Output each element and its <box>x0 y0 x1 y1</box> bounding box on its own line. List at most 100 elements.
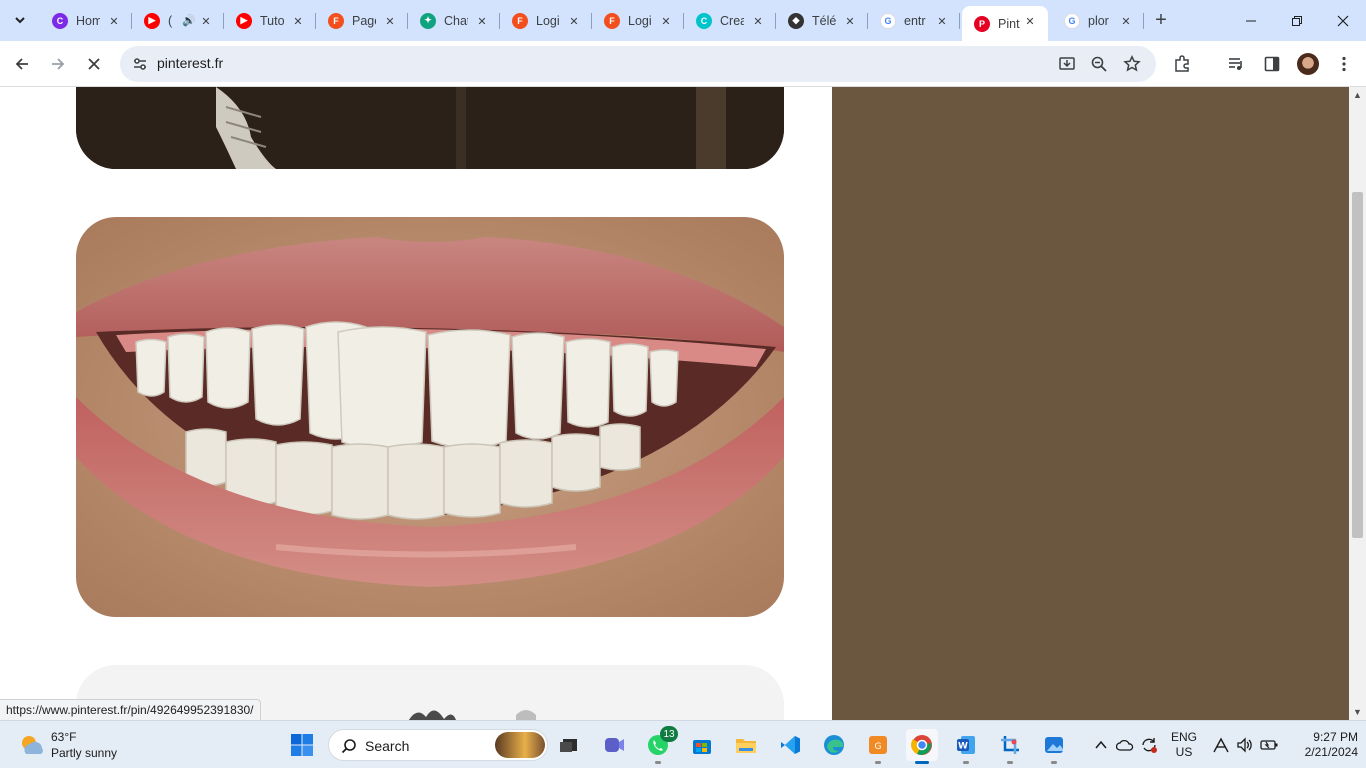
tab-canva[interactable]: C Home ✕ <box>40 6 132 35</box>
close-tab-icon[interactable]: ✕ <box>382 13 398 29</box>
media-controls-button[interactable] <box>1222 50 1250 78</box>
shoe-photo <box>76 87 784 169</box>
teams-chat-app[interactable] <box>598 729 630 761</box>
weather-widget[interactable]: 63°F Partly sunny <box>18 729 117 761</box>
close-tab-icon[interactable]: ✕ <box>198 13 214 29</box>
pin-image-smile[interactable] <box>76 217 784 617</box>
side-panel-button[interactable] <box>1258 50 1286 78</box>
scrollbar-thumb[interactable] <box>1352 192 1363 538</box>
forward-button[interactable] <box>44 50 72 78</box>
search-icon <box>341 739 356 754</box>
tab-strip: CHome✕▶(🔊✕▶Tuto✕FPage✕✦Chat✕FLogi✕FLogi✕… <box>0 0 1366 41</box>
restore-icon <box>1292 15 1302 26</box>
pin-image-shoe[interactable] <box>76 87 784 169</box>
sync-tray[interactable] <box>1138 729 1160 761</box>
tab-chatgpt[interactable]: ✦ Chat ✕ <box>408 6 500 35</box>
bookmark-button[interactable] <box>1120 52 1144 76</box>
show-hidden-icons-button[interactable] <box>1090 729 1112 761</box>
google-icon: G <box>880 12 896 29</box>
tab-canva[interactable]: C Crea ✕ <box>684 6 776 35</box>
pdf-app[interactable]: G <box>862 729 894 764</box>
close-tab-icon[interactable]: ✕ <box>750 13 766 29</box>
tab-figma[interactable]: F Page ✕ <box>316 6 408 35</box>
running-indicator <box>1007 761 1013 764</box>
status-bar-link: https://www.pinterest.fr/pin/49264995239… <box>0 699 261 720</box>
tab-figma[interactable]: F Logi ✕ <box>592 6 684 35</box>
tab-figma[interactable]: F Logi ✕ <box>500 6 592 35</box>
scroll-up-icon[interactable]: ▲ <box>1353 90 1362 100</box>
search-highlight-icon <box>495 732 545 758</box>
figma-icon: F <box>604 12 620 29</box>
profile-button[interactable] <box>1294 50 1322 78</box>
word-app[interactable]: W <box>950 729 982 764</box>
tab-pinterest[interactable]: P Pint ✕ <box>962 6 1048 41</box>
new-tab-button[interactable]: + <box>1150 9 1172 31</box>
canva-icon: C <box>696 12 712 29</box>
close-tab-icon[interactable]: ✕ <box>658 13 674 29</box>
running-indicator <box>875 761 881 764</box>
address-bar[interactable]: pinterest.fr <box>120 46 1156 82</box>
browser-menu-button[interactable] <box>1330 50 1358 78</box>
active-indicator <box>915 761 929 764</box>
battery-tray[interactable] <box>1258 729 1280 761</box>
task-view-button[interactable] <box>553 729 585 761</box>
close-tab-icon[interactable]: ✕ <box>1118 13 1134 29</box>
snipping-tool-icon <box>1001 736 1019 754</box>
chrome-app[interactable] <box>906 729 938 764</box>
clock[interactable]: 9:27 PM 2/21/2024 <box>1288 730 1358 760</box>
network-tray[interactable] <box>1210 729 1232 761</box>
tab-separator <box>959 13 960 29</box>
close-tab-icon[interactable]: ✕ <box>566 13 582 29</box>
scroll-down-icon[interactable]: ▼ <box>1353 707 1362 717</box>
tab-google[interactable]: Gentr ✕ <box>868 6 960 35</box>
photos-app[interactable] <box>1038 729 1070 764</box>
tab-youtube[interactable]: ▶ (🔊 ✕ <box>132 6 224 35</box>
tab-youtube[interactable]: ▶ Tuto ✕ <box>224 6 316 35</box>
vscode-app[interactable] <box>774 729 806 761</box>
partly-sunny-icon <box>22 736 43 754</box>
file-explorer-app[interactable] <box>730 729 762 761</box>
clock-time: 9:27 PM <box>1313 730 1358 744</box>
volume-tray[interactable] <box>1234 729 1256 761</box>
close-tab-icon[interactable]: ✕ <box>934 13 950 29</box>
tab-title: Chat <box>444 13 468 28</box>
tab-title: Tuto <box>260 13 284 28</box>
install-app-button[interactable] <box>1055 52 1079 76</box>
minimize-button[interactable] <box>1228 0 1274 41</box>
restore-button[interactable] <box>1274 0 1320 41</box>
audio-playing-icon[interactable]: 🔊 <box>182 14 196 27</box>
close-tab-icon[interactable]: ✕ <box>842 13 858 29</box>
tab-separator <box>1143 13 1144 29</box>
zoom-out-icon <box>1091 56 1107 72</box>
page-scrollbar[interactable]: ▲ ▼ <box>1349 87 1366 720</box>
whatsapp-app[interactable]: 13 <box>642 726 678 764</box>
close-window-button[interactable] <box>1320 0 1366 41</box>
site-info-button[interactable] <box>128 52 152 76</box>
edge-app[interactable] <box>818 729 850 761</box>
tab-title: Pint <box>998 16 1020 31</box>
canva-icon: C <box>52 12 68 29</box>
tab-graduation-cap[interactable]: ◆ Télé ✕ <box>776 6 868 35</box>
taskbar-search[interactable]: Search <box>328 729 548 761</box>
close-tab-icon[interactable]: ✕ <box>290 13 306 29</box>
smile-photo <box>76 217 784 617</box>
stop-loading-button[interactable] <box>80 50 108 78</box>
close-tab-icon[interactable]: ✕ <box>474 13 490 29</box>
svg-text:W: W <box>958 742 968 752</box>
start-button[interactable] <box>286 729 318 761</box>
back-button[interactable] <box>8 50 36 78</box>
extensions-button[interactable] <box>1168 50 1196 78</box>
tab-google[interactable]: Gplor ✕ <box>1052 6 1144 35</box>
close-tab-icon[interactable]: ✕ <box>106 13 122 29</box>
onedrive-tray[interactable] <box>1114 729 1136 761</box>
close-tab-icon[interactable]: ✕ <box>1022 13 1038 29</box>
star-icon <box>1123 55 1141 72</box>
sync-icon <box>1142 738 1157 753</box>
tab-search-button[interactable] <box>8 8 32 32</box>
pdf-icon: G <box>869 736 887 754</box>
arrow-left-icon <box>15 58 28 70</box>
zoom-button[interactable] <box>1087 52 1111 76</box>
snipping-tool-app[interactable] <box>994 729 1026 764</box>
microsoft-store-app[interactable] <box>686 729 718 761</box>
language-indicator[interactable]: ENG US <box>1168 730 1200 760</box>
